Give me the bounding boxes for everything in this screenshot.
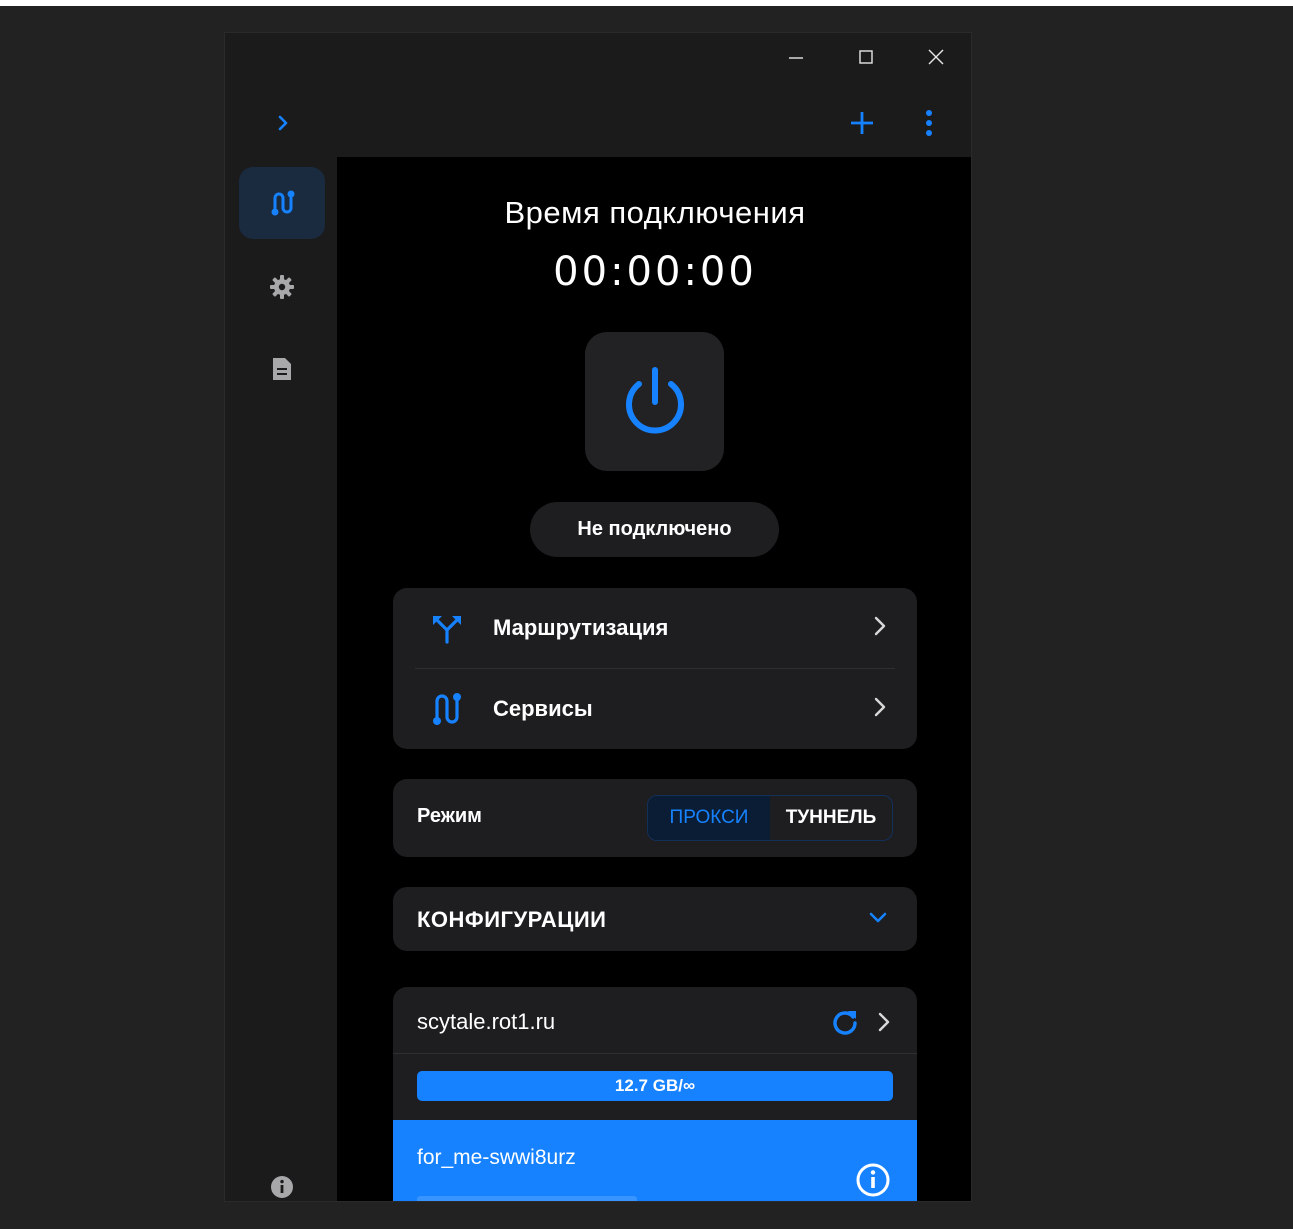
rail-item-logs[interactable] bbox=[239, 333, 325, 405]
app-bar bbox=[225, 93, 971, 153]
rail-item-about[interactable] bbox=[239, 1151, 325, 1201]
maximize-icon bbox=[859, 50, 873, 64]
routing-label: Маршрутизация bbox=[493, 615, 669, 640]
app-window: Время подключения 00:00:00 Не подключено bbox=[224, 32, 972, 1202]
chevron-right-icon bbox=[873, 696, 887, 723]
divider bbox=[393, 1053, 917, 1054]
profile-subtitle-placeholder bbox=[417, 1196, 637, 1201]
top-border bbox=[0, 0, 1293, 6]
server-details-button[interactable] bbox=[871, 1005, 897, 1039]
minimize-button[interactable] bbox=[773, 39, 819, 75]
server-header: scytale.rot1.ru bbox=[393, 987, 917, 1053]
close-icon bbox=[928, 49, 944, 65]
mode-option-proxy[interactable]: ПРОКСИ bbox=[648, 796, 770, 840]
traffic-usage-bar: 12.7 GB/∞ bbox=[417, 1071, 893, 1101]
profile-item[interactable]: for_me-swwi8urz bbox=[393, 1120, 917, 1201]
expand-sidebar-button[interactable] bbox=[265, 105, 301, 141]
connection-time-value: 00:00:00 bbox=[553, 249, 757, 295]
mode-label: Режим bbox=[417, 805, 482, 827]
profile-name: for_me-swwi8urz bbox=[417, 1146, 576, 1169]
power-button[interactable] bbox=[585, 332, 724, 471]
services-label: Сервисы bbox=[493, 696, 593, 721]
gear-icon bbox=[270, 275, 294, 299]
add-button[interactable] bbox=[842, 103, 882, 143]
close-button[interactable] bbox=[913, 39, 959, 75]
title-bar bbox=[225, 33, 971, 83]
minimize-icon bbox=[789, 57, 803, 59]
plus-icon bbox=[851, 112, 873, 134]
refresh-button[interactable] bbox=[827, 1005, 863, 1039]
server-card: scytale.rot1.ru 12.7 GB/∞ for_me-swwi8ur… bbox=[393, 987, 917, 1201]
traffic-usage-text: 12.7 GB/∞ bbox=[614, 1076, 696, 1095]
more-options-button[interactable] bbox=[911, 103, 947, 143]
rail-item-home[interactable] bbox=[239, 167, 325, 239]
configurations-label: КОНФИГУРАЦИИ bbox=[417, 907, 607, 932]
split-route-icon bbox=[429, 610, 465, 646]
more-vertical-icon bbox=[926, 110, 932, 136]
mode-option-tunnel[interactable]: ТУННЕЛЬ bbox=[770, 796, 892, 840]
chevron-right-icon bbox=[278, 115, 288, 131]
services-item[interactable]: Сервисы bbox=[393, 669, 917, 749]
chevron-right-icon bbox=[873, 615, 887, 642]
mode-segmented-control: ПРОКСИ ТУННЕЛЬ bbox=[647, 795, 893, 841]
info-icon bbox=[856, 1163, 890, 1197]
server-name: scytale.rot1.ru bbox=[417, 1009, 556, 1034]
power-icon bbox=[625, 366, 684, 433]
info-icon bbox=[271, 1176, 293, 1198]
main-content: Время подключения 00:00:00 Не подключено bbox=[337, 157, 971, 1201]
navigation-rail bbox=[225, 157, 337, 1201]
profile-info-button[interactable] bbox=[853, 1160, 893, 1200]
refresh-icon bbox=[833, 1011, 857, 1035]
routing-item[interactable]: Маршрутизация bbox=[393, 588, 917, 668]
connection-time-title: Время подключения bbox=[504, 195, 806, 230]
maximize-button[interactable] bbox=[843, 39, 889, 75]
connection-status: Не подключено bbox=[530, 502, 779, 557]
document-icon bbox=[273, 358, 291, 380]
configurations-header[interactable]: КОНФИГУРАЦИИ bbox=[393, 887, 917, 951]
routing-card: Маршрутизация Сервисы bbox=[393, 588, 917, 749]
chevron-down-icon bbox=[867, 907, 889, 934]
chevron-right-icon bbox=[878, 1012, 890, 1032]
mode-card: Режим ПРОКСИ ТУННЕЛЬ bbox=[393, 779, 917, 857]
routes-icon bbox=[271, 190, 295, 216]
rail-item-settings[interactable] bbox=[239, 251, 325, 323]
services-icon bbox=[429, 691, 465, 727]
